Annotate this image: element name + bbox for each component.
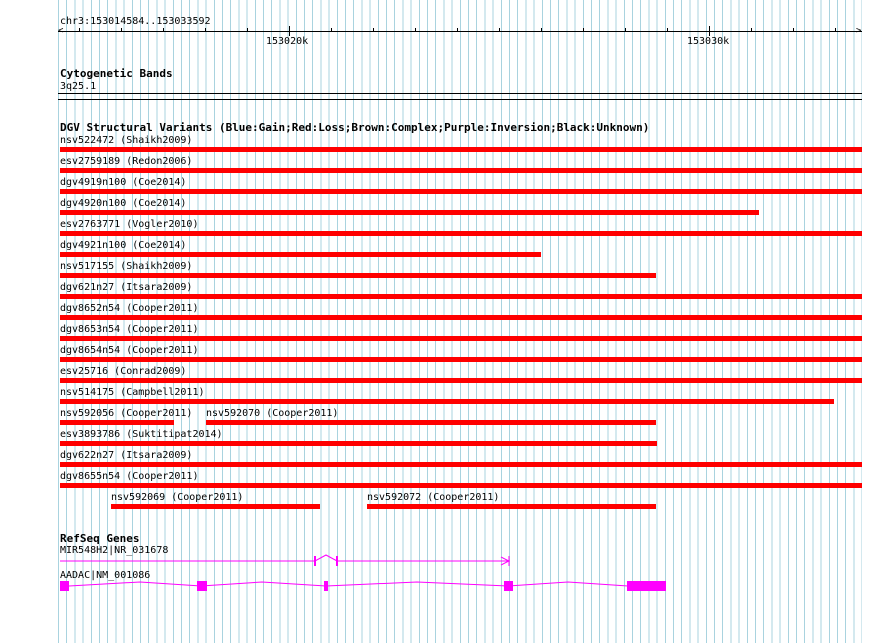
dgv-feature-label[interactable]: esv3893786 (Suktitipat2014) xyxy=(60,429,223,440)
dgv-feature-label[interactable]: dgv4921n100 (Coe2014) xyxy=(60,240,186,251)
cytoband-bottom-line xyxy=(58,99,862,100)
dgv-feature-label[interactable]: nsv592069 (Cooper2011) xyxy=(111,492,243,503)
dgv-feature-label[interactable]: dgv4919n100 (Coe2014) xyxy=(60,177,186,188)
dgv-feature-label[interactable]: esv25716 (Conrad2009) xyxy=(60,366,186,377)
dgv-feature-label[interactable]: dgv8655n54 (Cooper2011) xyxy=(60,471,198,482)
ruler-minor-tick xyxy=(205,28,206,31)
dgv-feature-bar[interactable] xyxy=(60,483,862,488)
ruler-minor-tick xyxy=(247,28,248,31)
track-grid-background xyxy=(58,0,862,643)
ruler-minor-tick xyxy=(835,28,836,31)
ruler-range-label: chr3:153014584..153033592 xyxy=(60,16,211,27)
dgv-feature-label[interactable]: nsv592072 (Cooper2011) xyxy=(367,492,499,503)
ruler-tick-label-153020k: 153020k xyxy=(266,36,309,47)
dgv-feature-bar[interactable] xyxy=(60,189,862,194)
ruler-minor-tick xyxy=(415,28,416,31)
ruler-minor-tick xyxy=(793,28,794,31)
dgv-feature-bar[interactable] xyxy=(206,420,656,425)
dgv-feature-bar[interactable] xyxy=(60,441,657,446)
dgv-feature-bar[interactable] xyxy=(60,336,862,341)
dgv-feature-bar[interactable] xyxy=(60,273,656,278)
ruler-left-arrow: < xyxy=(58,26,64,36)
dgv-feature-bar[interactable] xyxy=(367,504,656,509)
dgv-feature-bar[interactable] xyxy=(60,294,862,299)
ruler-major-tick xyxy=(709,26,710,36)
dgv-feature-bar[interactable] xyxy=(60,168,862,173)
dgv-feature-bar[interactable] xyxy=(60,378,862,383)
dgv-feature-label[interactable]: esv2759189 (Redon2006) xyxy=(60,156,192,167)
dgv-feature-label[interactable]: nsv514175 (Campbell2011) xyxy=(60,387,205,398)
dgv-feature-bar[interactable] xyxy=(111,504,320,509)
dgv-feature-label[interactable]: dgv621n27 (Itsara2009) xyxy=(60,282,192,293)
ruler-minor-tick xyxy=(457,28,458,31)
ruler-line xyxy=(58,31,862,32)
dgv-feature-bar[interactable] xyxy=(60,147,862,152)
ruler-minor-tick xyxy=(121,28,122,31)
dgv-feature-bar[interactable] xyxy=(60,315,862,320)
dgv-feature-label[interactable]: dgv622n27 (Itsara2009) xyxy=(60,450,192,461)
dgv-feature-label[interactable]: nsv592056 (Cooper2011) xyxy=(60,408,192,419)
ruler-minor-tick xyxy=(751,28,752,31)
dgv-track-title: DGV Structural Variants (Blue:Gain;Red:L… xyxy=(60,121,650,134)
ruler-minor-tick xyxy=(625,28,626,31)
dgv-feature-label[interactable]: esv2763771 (Vogler2010) xyxy=(60,219,198,230)
ruler-minor-tick xyxy=(499,28,500,31)
dgv-feature-bar[interactable] xyxy=(60,231,862,236)
dgv-feature-bar[interactable] xyxy=(60,210,759,215)
ruler-tick-label-153030k: 153030k xyxy=(687,36,730,47)
ruler-minor-tick xyxy=(373,28,374,31)
dgv-feature-label[interactable]: dgv8652n54 (Cooper2011) xyxy=(60,303,198,314)
ruler-minor-tick xyxy=(163,28,164,31)
cytoband-top-line xyxy=(58,93,862,94)
ruler-major-tick xyxy=(289,26,290,36)
dgv-feature-label[interactable]: dgv8654n54 (Cooper2011) xyxy=(60,345,198,356)
ruler-minor-tick xyxy=(331,28,332,31)
dgv-feature-bar[interactable] xyxy=(60,462,862,467)
ruler-minor-tick xyxy=(667,28,668,31)
dgv-feature-label[interactable]: dgv8653n54 (Cooper2011) xyxy=(60,324,198,335)
gene-label-aadac[interactable]: AADAC|NM_001086 xyxy=(60,570,150,581)
dgv-feature-label[interactable]: nsv592070 (Cooper2011) xyxy=(206,408,338,419)
dgv-feature-bar[interactable] xyxy=(60,252,541,257)
dgv-feature-label[interactable]: nsv517155 (Shaikh2009) xyxy=(60,261,192,272)
dgv-feature-bar[interactable] xyxy=(60,357,862,362)
cytoband-label: 3q25.1 xyxy=(60,81,97,92)
cytoband-track-title: Cytogenetic Bands xyxy=(60,67,173,80)
dgv-feature-label[interactable]: nsv522472 (Shaikh2009) xyxy=(60,135,192,146)
dgv-feature-label[interactable]: dgv4920n100 (Coe2014) xyxy=(60,198,186,209)
refseq-track-title: RefSeq Genes xyxy=(60,532,140,545)
gene-label-mir548h2[interactable]: MIR548H2|NR_031678 xyxy=(60,545,168,556)
ruler-minor-tick xyxy=(583,28,584,31)
ruler-right-arrow: > xyxy=(856,26,862,36)
ruler-minor-tick xyxy=(541,28,542,31)
dgv-feature-bar[interactable] xyxy=(60,399,834,404)
dgv-feature-bar[interactable] xyxy=(60,420,174,425)
ruler-minor-tick xyxy=(79,28,80,31)
